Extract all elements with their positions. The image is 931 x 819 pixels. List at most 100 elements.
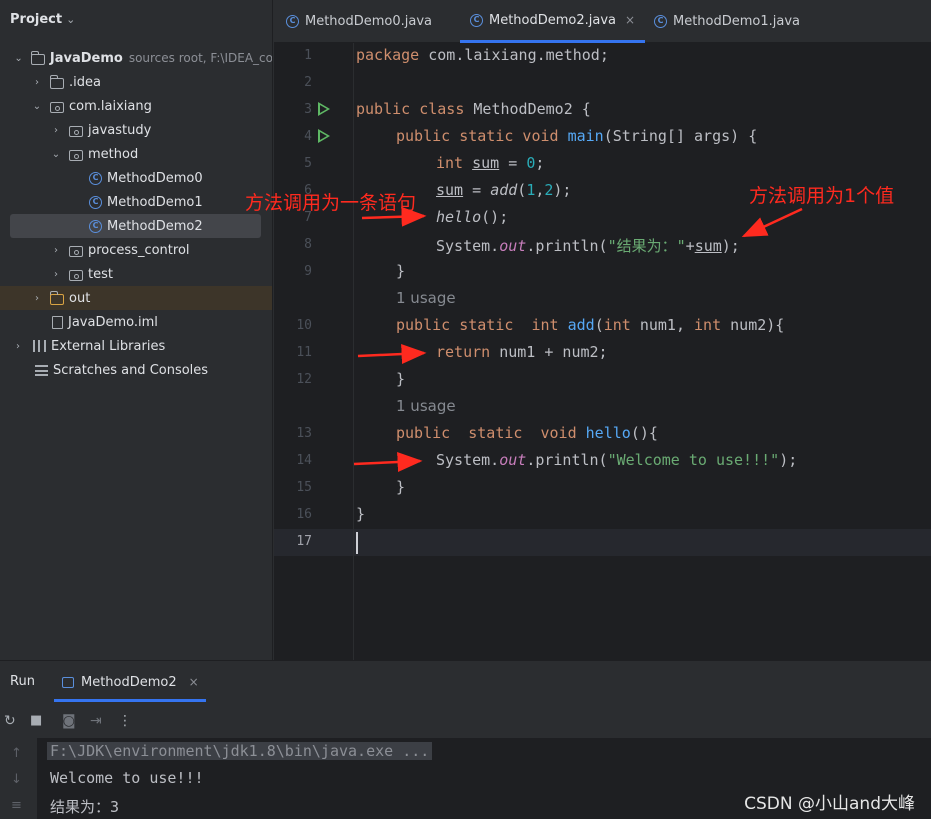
- tree-item-test[interactable]: › test: [0, 262, 272, 286]
- collapsed-arrow-icon[interactable]: ›: [49, 125, 63, 136]
- tree-item-label: process_control: [88, 242, 190, 258]
- code-line-14: System.out.println("Welcome to use!!!");: [436, 451, 798, 469]
- exit-icon[interactable]: ⇥: [90, 713, 102, 729]
- expand-arrow-icon[interactable]: ⌄: [12, 53, 26, 64]
- folder-icon: [50, 290, 64, 305]
- code-line-12: }: [396, 370, 406, 388]
- run-icon[interactable]: [318, 102, 330, 116]
- collapsed-arrow-icon[interactable]: ›: [30, 77, 44, 88]
- tree-item-methoddemo1[interactable]: C MethodDemo1: [0, 190, 272, 214]
- usage-hint[interactable]: 1 usage: [396, 397, 456, 415]
- run-icon[interactable]: [318, 129, 330, 143]
- line-number: 5: [304, 156, 312, 171]
- tree-item-label: MethodDemo1: [107, 194, 203, 210]
- code-line-9: }: [396, 262, 406, 280]
- console-command-line[interactable]: F:\JDK\environment\jdk1.8\bin\java.exe .…: [47, 742, 433, 760]
- tree-item-javastudy[interactable]: › javastudy: [0, 118, 272, 142]
- expand-arrow-icon[interactable]: ⌄: [30, 101, 44, 112]
- java-class-icon: C: [89, 219, 102, 233]
- tree-item-com-laixiang[interactable]: ⌄ com.laixiang: [0, 94, 272, 118]
- code-editor[interactable]: 1 2 3 4 5 6 7 8 9 10 11 12 13 14 15 16 1…: [274, 43, 931, 660]
- scroll-up-icon[interactable]: ↑: [11, 746, 22, 761]
- line-number: 4: [304, 129, 312, 144]
- java-class-icon: C: [654, 15, 667, 28]
- file-icon: [52, 315, 63, 329]
- tree-item-label: Scratches and Consoles: [53, 362, 209, 378]
- soft-wrap-icon[interactable]: ≡: [11, 798, 22, 813]
- tree-item-label: method: [88, 146, 139, 162]
- more-icon[interactable]: ⋮: [118, 713, 132, 729]
- tree-item-javademo-iml[interactable]: JavaDemo.iml: [0, 310, 272, 334]
- camera-icon[interactable]: ◙: [62, 713, 76, 729]
- tree-item-label: MethodDemo2: [107, 218, 203, 234]
- tree-item-note: sources root, F:\IDEA_co: [128, 51, 273, 65]
- module-folder-icon: [31, 50, 45, 65]
- code-line-8: System.out.println("结果为："+sum);: [436, 237, 740, 255]
- java-class-icon: C: [89, 171, 102, 185]
- tree-item-process-control[interactable]: › process_control: [0, 238, 272, 262]
- java-class-icon: C: [286, 15, 299, 28]
- java-class-icon: C: [470, 13, 483, 27]
- code-line-10: public static int add(int num1, int num2…: [396, 316, 785, 334]
- code-line-13: public static void hello(){: [396, 424, 658, 442]
- line-number: 12: [296, 372, 312, 387]
- scratches-icon: [35, 364, 48, 376]
- line-number: 2: [304, 75, 312, 90]
- close-icon[interactable]: ×: [625, 13, 635, 27]
- run-panel-title: Run: [10, 674, 35, 689]
- run-tab-methoddemo2[interactable]: MethodDemo2 ×: [54, 667, 207, 697]
- usage-hint[interactable]: 1 usage: [396, 289, 456, 307]
- current-line-highlight: [274, 529, 931, 556]
- code-line-15: }: [396, 478, 406, 496]
- line-number: 11: [296, 345, 312, 360]
- gutter-separator: [353, 43, 354, 660]
- tree-item-methoddemo0[interactable]: C MethodDemo0: [0, 166, 272, 190]
- rerun-icon[interactable]: ↻: [4, 713, 16, 729]
- run-config-icon: [62, 676, 74, 688]
- package-icon: [69, 245, 83, 257]
- line-number: 17: [296, 534, 312, 549]
- tree-item-method[interactable]: ⌄ method: [0, 142, 272, 166]
- tree-item-label: External Libraries: [51, 338, 166, 354]
- tab-label: MethodDemo0.java: [305, 14, 433, 29]
- text-caret: [356, 532, 358, 554]
- tree-item-scratches[interactable]: Scratches and Consoles: [0, 358, 272, 382]
- line-number: 13: [296, 426, 312, 441]
- tree-item-out[interactable]: › out: [0, 286, 272, 310]
- tree-item-label: JavaDemo: [49, 50, 123, 66]
- editor-tab-bar: C MethodDemo0.java C MethodDemo2.java × …: [274, 0, 931, 43]
- collapsed-arrow-icon[interactable]: ›: [49, 269, 63, 280]
- run-tab-label: MethodDemo2: [81, 674, 177, 690]
- tree-item-label: test: [88, 266, 113, 282]
- line-number: 16: [296, 507, 312, 522]
- close-icon[interactable]: ×: [189, 675, 199, 689]
- console-side-toolbar: ↑ ↓ ≡: [0, 738, 37, 819]
- tree-item-external-libraries[interactable]: › External Libraries: [0, 334, 272, 358]
- code-line-6: sum = add(1,2);: [436, 181, 572, 199]
- java-class-icon: C: [89, 195, 102, 209]
- collapsed-arrow-icon[interactable]: ›: [11, 341, 25, 352]
- project-view-selector[interactable]: Project ⌄: [10, 12, 75, 27]
- tab-methoddemo1[interactable]: C MethodDemo1.java: [654, 0, 800, 43]
- run-toolbar: ↻ ■ ◙ ⇥ ⋮: [0, 704, 931, 738]
- code-line-1: package com.laixiang.method;: [356, 46, 609, 64]
- tree-item-label: com.laixiang: [69, 98, 152, 114]
- stop-icon[interactable]: ■: [30, 713, 42, 728]
- tab-label: MethodDemo2.java: [489, 12, 617, 28]
- line-number: 10: [296, 318, 312, 333]
- collapsed-arrow-icon[interactable]: ›: [30, 293, 44, 304]
- collapsed-arrow-icon[interactable]: ›: [49, 245, 63, 256]
- line-number: 3: [304, 102, 312, 117]
- annotation-left: 方法调用为一条语句: [245, 192, 417, 214]
- expand-arrow-icon[interactable]: ⌄: [49, 149, 63, 160]
- tab-methoddemo0[interactable]: C MethodDemo0.java: [286, 0, 432, 43]
- line-number: 8: [304, 237, 312, 252]
- tree-item-methoddemo2[interactable]: C MethodDemo2: [10, 214, 261, 238]
- tree-item-javademo[interactable]: ⌄ JavaDemo sources root, F:\IDEA_co: [0, 46, 273, 70]
- package-icon: [69, 269, 83, 281]
- tab-methoddemo2[interactable]: C MethodDemo2.java ×: [460, 0, 646, 43]
- tree-item-idea[interactable]: › .idea: [0, 70, 272, 94]
- console-line: 结果为：3: [50, 798, 120, 816]
- code-line-7: hello();: [436, 208, 509, 226]
- scroll-down-icon[interactable]: ↓: [11, 772, 22, 787]
